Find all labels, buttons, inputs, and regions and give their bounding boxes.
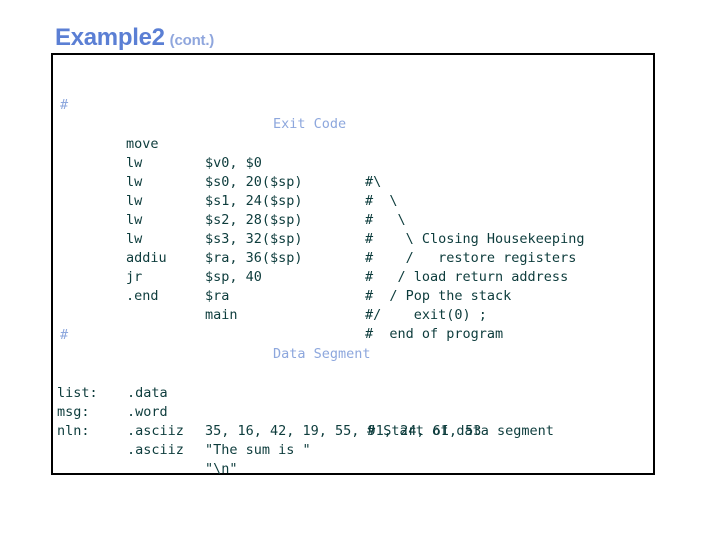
instruction-operands: $v0, $0 [205, 155, 262, 171]
instruction-comment: # end of program [365, 326, 504, 342]
instruction-mnemonic: lw [126, 155, 143, 171]
exit-section-title: Exit Code [273, 116, 347, 132]
instruction-mnemonic: lw [126, 193, 143, 209]
data-operands: "The sum is " [205, 442, 311, 458]
data-directive: .word [127, 404, 168, 420]
instruction-mnemonic: .end [126, 288, 159, 304]
instruction-operands: $s2, 28($sp) [205, 212, 303, 228]
instruction-comment: #/ exit(0) ; [365, 307, 487, 323]
data-operands: 35, 16, 42, 19, 55, 91, 24, 61, 53 [205, 423, 482, 439]
instruction-operands: main [205, 307, 238, 323]
data-directive: .asciiz [127, 442, 184, 458]
data-label: nln: [57, 423, 90, 439]
instruction-operands: $s3, 32($sp) [205, 231, 303, 247]
data-operands: "\n" [205, 461, 238, 477]
instruction-mnemonic: move [126, 136, 159, 152]
instruction-comment: # / restore registers [365, 250, 577, 266]
instruction-mnemonic: addiu [126, 250, 167, 266]
data-directive: .asciiz [127, 423, 184, 439]
code-listing: # Exit Code move $v0, $0 #\ lw $s0, 20($… [51, 53, 655, 477]
page-title-main: Example2 [55, 24, 165, 51]
instruction-operands: $ra, 36($sp) [205, 250, 303, 266]
instruction-comment: # / Pop the stack [365, 288, 512, 304]
instruction-comment: # \ [365, 212, 406, 228]
instruction-comment: #\ [365, 174, 382, 190]
instruction-mnemonic: lw [126, 174, 143, 190]
instruction-comment: # \ Closing Housekeeping [365, 231, 585, 247]
data-section-title: Data Segment [273, 346, 371, 362]
data-row: nln: .asciiz "\n" [51, 403, 238, 517]
instruction-operands: $ra [205, 288, 230, 304]
instruction-comment: # / load return address [365, 269, 569, 285]
instruction-mnemonic: lw [126, 212, 143, 228]
exit-section-hash: # [60, 97, 69, 113]
page-title-suffix: (cont.) [169, 32, 215, 49]
instruction-operands: $s0, 20($sp) [205, 174, 303, 190]
instruction-mnemonic: jr [126, 269, 143, 285]
instruction-operands: $sp, 40 [205, 269, 262, 285]
instruction-mnemonic: lw [126, 231, 143, 247]
instruction-comment: # \ [365, 193, 398, 209]
instruction-operands: $s1, 24($sp) [205, 193, 303, 209]
page-title: Example2 (cont.) [55, 26, 214, 50]
data-section-hash: # [60, 327, 69, 343]
data-directive: .data [127, 385, 168, 401]
